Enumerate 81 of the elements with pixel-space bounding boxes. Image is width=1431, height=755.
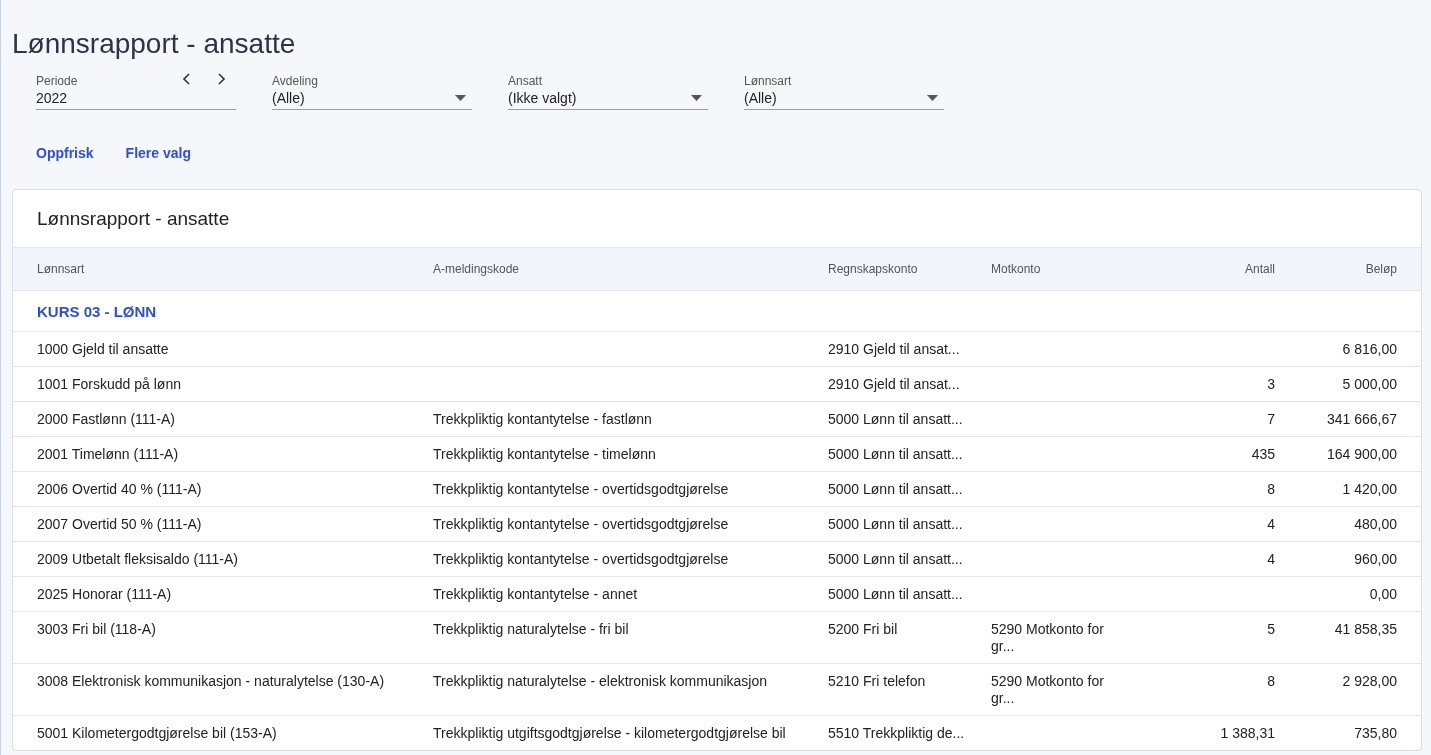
field-label: Lønnsart — [744, 74, 792, 89]
field-label: Periode — [36, 74, 78, 89]
table-cell-text: 4 — [1266, 551, 1276, 568]
report-title: Lønnsrapport - ansatte — [36, 207, 231, 231]
action-button[interactable]: Oppfrisk — [20, 140, 110, 166]
table-cell-text: 5200 Fri bil — [828, 621, 899, 639]
field-label: Avdeling — [272, 74, 318, 89]
caret-icon — [455, 95, 466, 101]
column-header[interactable]: Regnskapskonto — [828, 262, 991, 276]
table-cell-text: 2 928,00 — [1341, 673, 1397, 691]
page-title: Lønnsrapport - ansatte — [12, 27, 297, 61]
table-cell-text: 5000 Lønn til ansatt... — [828, 586, 964, 603]
table-cell-text: 8 — [1266, 673, 1276, 691]
column-header[interactable]: Antall — [1131, 262, 1291, 276]
column-header[interactable]: Beløp — [1291, 262, 1397, 276]
table-cell-text: Trekkpliktig kontantytelse - overtidsgodtgjørelse — [433, 481, 730, 498]
field-value: 2022 — [36, 90, 69, 106]
field-label: Ansatt — [508, 74, 543, 89]
table-cell-text: 5210 Fri telefon — [828, 673, 927, 691]
filter-field[interactable]: Ansatt (Ikke valgt) — [508, 74, 708, 110]
table-cell-text: 2910 Gjeld til ansat... — [828, 376, 961, 393]
column-header[interactable]: Motkonto — [991, 262, 1131, 276]
table-cell-text: 435 — [1250, 446, 1276, 463]
table-cell-text: 6 816,00 — [1341, 341, 1397, 358]
table-cell-text: 5 — [1266, 621, 1276, 639]
column-header[interactable]: Lønnsart — [37, 262, 433, 276]
table-cell-text: 5290 Motkonto for gr... — [991, 673, 1105, 707]
caret-icon — [927, 95, 938, 101]
table-cell-text: 2001 Timelønn (111-A) — [37, 446, 180, 463]
table-cell-text: 480,00 — [1353, 516, 1397, 533]
table-cell-text: 960,00 — [1353, 551, 1397, 568]
filter-field[interactable]: Lønnsart (Alle) — [744, 74, 944, 110]
table-cell-text: 1000 Gjeld til ansatte — [37, 341, 170, 358]
table-cell-text: 2009 Utbetalt fleksisaldo (111-A) — [37, 551, 240, 568]
table-cell-text: 5290 Motkonto for gr... — [991, 621, 1105, 655]
table-cell-text: Trekkpliktig naturalytelse - fri bil — [433, 621, 630, 639]
table-cell-text: 2025 Honorar (111-A) — [37, 586, 173, 603]
table-cell-text: 5000 Lønn til ansatt... — [828, 516, 964, 533]
table-cell-text: 2000 Fastlønn (111-A) — [37, 411, 176, 428]
table-cell-text: Trekkpliktig naturalytelse - elektronisk kommunikasjon — [433, 673, 769, 691]
table-cell-text: 5001 Kilometergodtgjørelse bil (153-A) — [37, 725, 278, 742]
table-cell-text: 8 — [1266, 481, 1276, 498]
table-cell-text: 5 000,00 — [1341, 376, 1397, 393]
table-cell-text: 2006 Overtid 40 % (111-A) — [37, 481, 203, 498]
table-cell-text: Trekkpliktig kontantytelse - timelønn — [433, 446, 657, 463]
field-value: (Ikke valgt) — [508, 90, 578, 106]
caret-icon — [691, 95, 702, 101]
table-cell-text: 5000 Lønn til ansatt... — [828, 551, 964, 568]
table-cell-text: 5000 Lønn til ansatt... — [828, 446, 964, 463]
table-cell-text: 3 — [1266, 376, 1276, 393]
table-cell-text: Trekkpliktig kontantytelse - fastlønn — [433, 411, 653, 428]
table-cell-text: 5510 Trekkpliktig de... — [828, 725, 966, 742]
table-cell-text: 164 900,00 — [1325, 446, 1397, 463]
table-cell-text: 1001 Forskudd på lønn — [37, 376, 182, 393]
table-cell-text: 2007 Overtid 50 % (111-A) — [37, 516, 203, 533]
table-cell-text: 5000 Lønn til ansatt... — [828, 481, 964, 498]
table-cell-text: Trekkpliktig kontantytelse - annet — [433, 586, 639, 603]
table-cell-text: 1 420,00 — [1341, 481, 1397, 498]
table-cell-text: 2910 Gjeld til ansat... — [828, 341, 961, 358]
action-button[interactable]: Flere valg — [109, 140, 207, 166]
table-cell-text: 41 858,35 — [1333, 621, 1397, 639]
table-cell-text: 0,00 — [1368, 586, 1397, 603]
group-heading: KURS 03 - LØNN — [37, 302, 157, 320]
table-cell-text: 3003 Fri bil (118-A) — [37, 621, 157, 639]
table-cell-text: 341 666,67 — [1325, 411, 1397, 428]
table-cell-text: Trekkpliktig kontantytelse - overtidsgodtgjørelse — [433, 516, 730, 533]
field-value: (Alle) — [744, 90, 778, 106]
table-cell-text: 7 — [1266, 411, 1276, 428]
table-cell-text: 735,80 — [1353, 725, 1397, 742]
table-cell-text: 4 — [1266, 516, 1276, 533]
filter-field[interactable]: Avdeling (Alle) — [272, 74, 472, 110]
column-header[interactable]: A-meldingskode — [433, 262, 828, 276]
table-cell-text: 3008 Elektronisk kommunikasjon - naturalytelse (130-A) — [37, 673, 386, 691]
chevron-right-icon[interactable] — [216, 71, 226, 86]
table-cell-text: 5000 Lønn til ansatt... — [828, 411, 964, 428]
table-cell-text: 1 388,31 — [1219, 725, 1276, 742]
chevron-left-icon[interactable] — [182, 71, 192, 86]
table-cell-text: Trekkpliktig kontantytelse - overtidsgodtgjørelse — [433, 551, 730, 568]
filter-field[interactable]: Periode 2022 — [36, 74, 236, 110]
field-value: (Alle) — [272, 90, 306, 106]
table-cell-text: Trekkpliktig utgiftsgodtgjørelse - kilometergodtgjørelse bil — [433, 725, 787, 742]
